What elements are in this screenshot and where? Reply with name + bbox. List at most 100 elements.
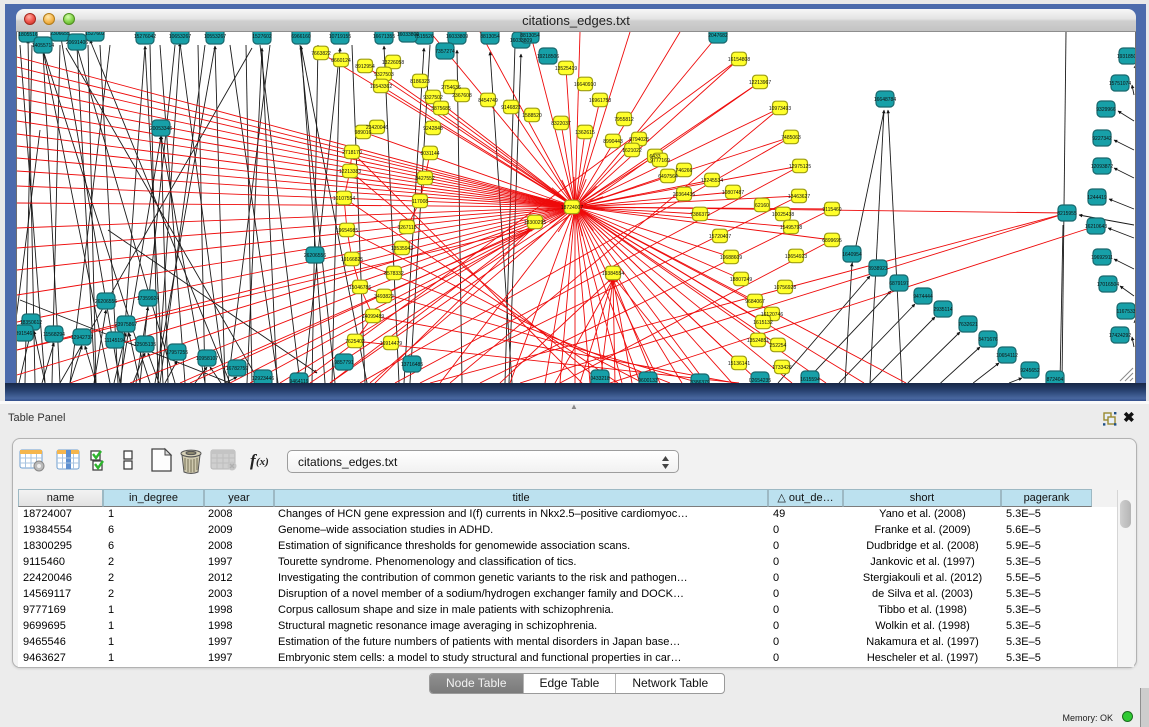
svg-text:1640954: 1640954 — [842, 252, 862, 258]
svg-text:9464119: 9464119 — [289, 379, 308, 383]
svg-text:16671355: 16671355 — [373, 34, 395, 40]
svg-text:7625402: 7625402 — [345, 339, 365, 345]
svg-text:16033809: 16033809 — [446, 34, 468, 40]
svg-text:10107554: 10107554 — [333, 196, 355, 202]
svg-text:8813054: 8813054 — [520, 33, 540, 39]
svg-text:9474444: 9474444 — [913, 294, 933, 300]
svg-text:1621022: 1621022 — [622, 148, 642, 154]
svg-text:13535943: 13535943 — [391, 246, 413, 252]
svg-text:14055714: 14055714 — [32, 43, 54, 49]
svg-text:2306655: 2306655 — [50, 32, 70, 37]
svg-text:9327503: 9327503 — [374, 72, 394, 78]
svg-text:9777169: 9777169 — [650, 158, 670, 164]
svg-text:15751074: 15751074 — [1109, 81, 1131, 87]
svg-text:7357274: 7357274 — [435, 49, 455, 55]
svg-text:19318506: 19318506 — [1117, 54, 1135, 60]
svg-text:18350612: 18350612 — [20, 320, 42, 326]
svg-text:10807487: 10807487 — [722, 190, 744, 196]
svg-text:8454749: 8454749 — [478, 98, 498, 104]
svg-text:391546: 391546 — [17, 331, 33, 337]
svg-text:1615132: 1615132 — [753, 320, 773, 326]
svg-text:8578332: 8578332 — [384, 271, 404, 277]
svg-text:13525419: 13525419 — [555, 66, 577, 72]
svg-text:9857791: 9857791 — [334, 360, 354, 366]
svg-text:18724007: 18724007 — [561, 205, 583, 211]
svg-text:8660124: 8660124 — [331, 58, 351, 64]
svg-text:16120746: 16120746 — [761, 312, 783, 318]
svg-text:19692911: 19692911 — [1091, 255, 1113, 261]
svg-text:9794028: 9794028 — [629, 137, 649, 143]
svg-text:17424292: 17424292 — [1109, 333, 1131, 339]
svg-text:62160: 62160 — [755, 203, 769, 209]
svg-text:26206556: 26206556 — [95, 299, 117, 305]
svg-text:14099489: 14099489 — [362, 314, 384, 320]
svg-text:12942737: 12942737 — [71, 335, 93, 341]
svg-text:2718170: 2718170 — [342, 150, 362, 156]
svg-text:9242848: 9242848 — [423, 126, 443, 132]
svg-text:12093872: 12093872 — [1091, 164, 1113, 170]
svg-text:16648784: 16648784 — [874, 97, 896, 103]
svg-text:2367608: 2367608 — [452, 93, 472, 99]
svg-text:6879197: 6879197 — [889, 281, 909, 287]
svg-text:8813054: 8813054 — [480, 34, 500, 40]
svg-text:10719155: 10719155 — [329, 34, 351, 40]
svg-text:1733426: 1733426 — [772, 365, 792, 371]
svg-text:10654112: 10654112 — [996, 353, 1018, 359]
svg-text:1615594: 1615594 — [800, 377, 820, 383]
svg-text:02654235: 02654235 — [749, 378, 771, 383]
svg-text:(x): (x) — [256, 456, 269, 468]
svg-text:15046786: 15046786 — [349, 285, 371, 291]
svg-text:8386379: 8386379 — [690, 380, 710, 383]
svg-text:9327502: 9327502 — [423, 95, 443, 101]
svg-text:10553267: 10553267 — [204, 34, 226, 40]
svg-text:19654985: 19654985 — [336, 228, 358, 234]
svg-text:17359924: 17359924 — [137, 296, 159, 302]
svg-text:11568294: 11568294 — [43, 332, 65, 338]
svg-text:9227342: 9227342 — [1092, 136, 1112, 142]
svg-text:872404: 872404 — [1047, 377, 1064, 383]
svg-text:1588520: 1588520 — [522, 113, 542, 119]
svg-text:15720407: 15720407 — [709, 234, 731, 240]
svg-text:18807249: 18807249 — [730, 277, 752, 283]
svg-text:19218506: 19218506 — [537, 54, 559, 60]
svg-text:10958107: 10958107 — [196, 356, 218, 362]
svg-text:19384554: 19384554 — [602, 271, 624, 277]
svg-text:12213967: 12213967 — [749, 80, 771, 86]
svg-text:18300295: 18300295 — [524, 220, 546, 226]
svg-text:9684067: 9684067 — [745, 299, 765, 305]
svg-text:1527602: 1527602 — [85, 32, 105, 37]
svg-text:8031144: 8031144 — [420, 151, 439, 157]
svg-text:7955812: 7955812 — [614, 117, 634, 123]
svg-text:252254: 252254 — [770, 343, 787, 349]
svg-text:16210643: 16210643 — [1085, 224, 1107, 230]
svg-text:9329966: 9329966 — [1096, 107, 1116, 113]
svg-text:13654923: 13654923 — [785, 254, 807, 260]
svg-text:13463627: 13463627 — [788, 194, 810, 200]
svg-text:8186323: 8186323 — [410, 79, 430, 85]
svg-text:16033809: 16033809 — [397, 32, 419, 38]
svg-text:9245652: 9245652 — [1020, 368, 1040, 374]
svg-text:12923446: 12923446 — [252, 376, 274, 382]
svg-text:16154808: 16154808 — [728, 57, 750, 63]
svg-text:12975125: 12975125 — [789, 164, 811, 170]
svg-text:7386372: 7386372 — [690, 212, 710, 218]
svg-text:6497564: 6497564 — [658, 174, 678, 180]
svg-text:117008: 117008 — [412, 199, 429, 205]
svg-text:23975867: 23975867 — [115, 322, 137, 328]
svg-text:9115460: 9115460 — [822, 207, 841, 213]
svg-text:15136141: 15136141 — [728, 361, 750, 367]
svg-text:8322037: 8322037 — [551, 121, 571, 127]
svg-text:12505135: 12505135 — [134, 342, 156, 348]
svg-text:16640910: 16640910 — [574, 82, 596, 88]
svg-text:16543362: 16543362 — [370, 84, 392, 90]
svg-text:16961758: 16961758 — [589, 98, 611, 104]
svg-text:1167533: 1167533 — [1116, 309, 1135, 315]
svg-text:1527602: 1527602 — [252, 34, 272, 40]
svg-text:16914479: 16914479 — [380, 341, 402, 347]
svg-text:20053346: 20053346 — [150, 126, 172, 132]
svg-text:15495798: 15495798 — [780, 225, 802, 231]
svg-text:6966160: 6966160 — [291, 34, 311, 40]
svg-text:26206556: 26206556 — [304, 253, 326, 259]
svg-text:19166825: 19166825 — [341, 257, 363, 263]
svg-text:8990443: 8990443 — [603, 139, 623, 145]
